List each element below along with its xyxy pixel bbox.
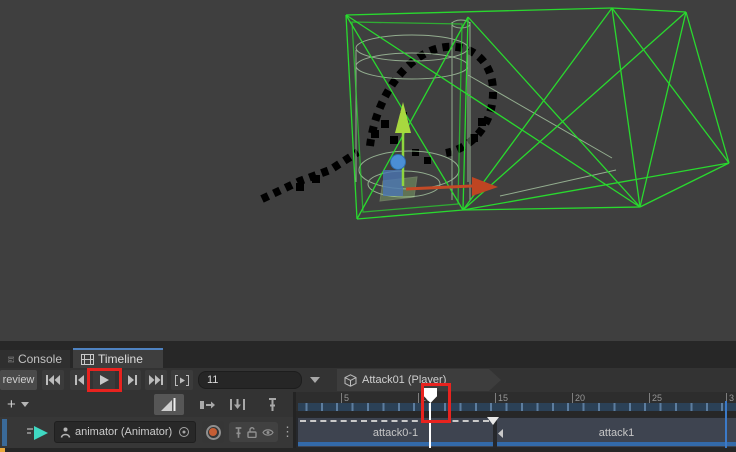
replace-mode-button[interactable] xyxy=(224,394,250,415)
scene-view[interactable] xyxy=(0,0,736,341)
pin-icon xyxy=(267,398,278,411)
track-lock-icon[interactable] xyxy=(247,427,257,438)
recorded-dash-line xyxy=(300,420,489,422)
tab-timeline[interactable]: Timeline xyxy=(73,348,163,368)
track-mute-eye-icon[interactable] xyxy=(262,428,274,437)
animation-track-icon xyxy=(26,425,50,441)
add-track-button[interactable]: + xyxy=(4,395,36,413)
tab-console-label: Console xyxy=(18,352,62,366)
object-picker-icon[interactable] xyxy=(178,426,190,438)
corner-marker xyxy=(0,448,5,452)
highlight-playhead xyxy=(421,383,451,423)
mix-mode-icon xyxy=(161,398,177,411)
clip-attack0-1-loopbar xyxy=(298,442,493,446)
console-icon xyxy=(8,354,14,365)
record-button[interactable] xyxy=(202,421,224,443)
tab-console[interactable]: Console xyxy=(0,350,70,368)
clip-attack1[interactable]: attack1 xyxy=(497,418,736,447)
tab-timeline-label: Timeline xyxy=(98,352,143,366)
markers-toggle-button[interactable] xyxy=(260,394,284,415)
add-track-label: + xyxy=(7,396,16,413)
animator-object-field[interactable]: animator (Animator) xyxy=(54,421,196,443)
preview-label: review xyxy=(3,374,35,386)
replace-mode-icon xyxy=(230,399,245,410)
next-frame-button[interactable] xyxy=(123,370,141,390)
track-options-menu[interactable]: ⋮ xyxy=(281,422,291,442)
bottom-panel: Console Timeline review xyxy=(0,341,736,452)
add-track-caret-icon xyxy=(21,402,29,407)
mix-mode-button[interactable] xyxy=(154,394,184,415)
animator-icon xyxy=(60,427,71,438)
ripple-mode-icon xyxy=(200,400,215,410)
gizmo-cube xyxy=(383,170,403,196)
previous-frame-button[interactable] xyxy=(70,370,88,390)
ripple-mode-button[interactable] xyxy=(194,394,220,415)
record-ring-icon xyxy=(206,425,221,440)
animator-object-label: animator (Animator) xyxy=(75,426,174,438)
timeline-end-marker xyxy=(725,401,727,448)
go-to-start-button[interactable] xyxy=(42,370,64,390)
tab-bar: Console Timeline xyxy=(0,341,736,368)
track-icon-group xyxy=(229,422,278,442)
clip-attack1-label: attack1 xyxy=(599,427,634,439)
scene-gizmos xyxy=(0,0,736,341)
record-dot-icon xyxy=(209,428,217,436)
ruler-tick-band[interactable] xyxy=(298,403,736,411)
unity-editor-window: Console Timeline review xyxy=(0,0,736,452)
previous-frame-icon xyxy=(75,375,84,385)
go-to-end-icon xyxy=(149,375,163,385)
y-axis-arrow[interactable] xyxy=(395,102,411,133)
film-icon xyxy=(81,354,94,365)
go-to-end-button[interactable] xyxy=(145,370,167,390)
track-color-strip xyxy=(2,419,7,446)
cube-icon xyxy=(344,374,357,387)
frame-field[interactable]: 11 xyxy=(198,371,302,389)
preview-button[interactable]: review xyxy=(0,370,37,390)
clip-attack0-1-label: attack0-1 xyxy=(373,427,418,439)
frame-value: 11 xyxy=(207,374,218,386)
track-pin-icon[interactable] xyxy=(234,427,243,438)
breadcrumb[interactable]: Attack01 (Player) xyxy=(337,369,501,391)
highlight-play-button xyxy=(87,368,122,392)
frame-dropdown-caret[interactable] xyxy=(310,377,320,383)
clip-attack1-loopbar xyxy=(497,442,736,446)
bottom-strip xyxy=(0,448,736,452)
go-to-start-icon xyxy=(46,375,60,385)
next-frame-icon xyxy=(128,375,137,385)
clip-attack0-1[interactable]: attack0-1 xyxy=(298,418,493,447)
gizmo-center-ball[interactable] xyxy=(391,155,406,170)
play-range-icon xyxy=(175,375,189,386)
play-range-button[interactable] xyxy=(171,370,193,390)
